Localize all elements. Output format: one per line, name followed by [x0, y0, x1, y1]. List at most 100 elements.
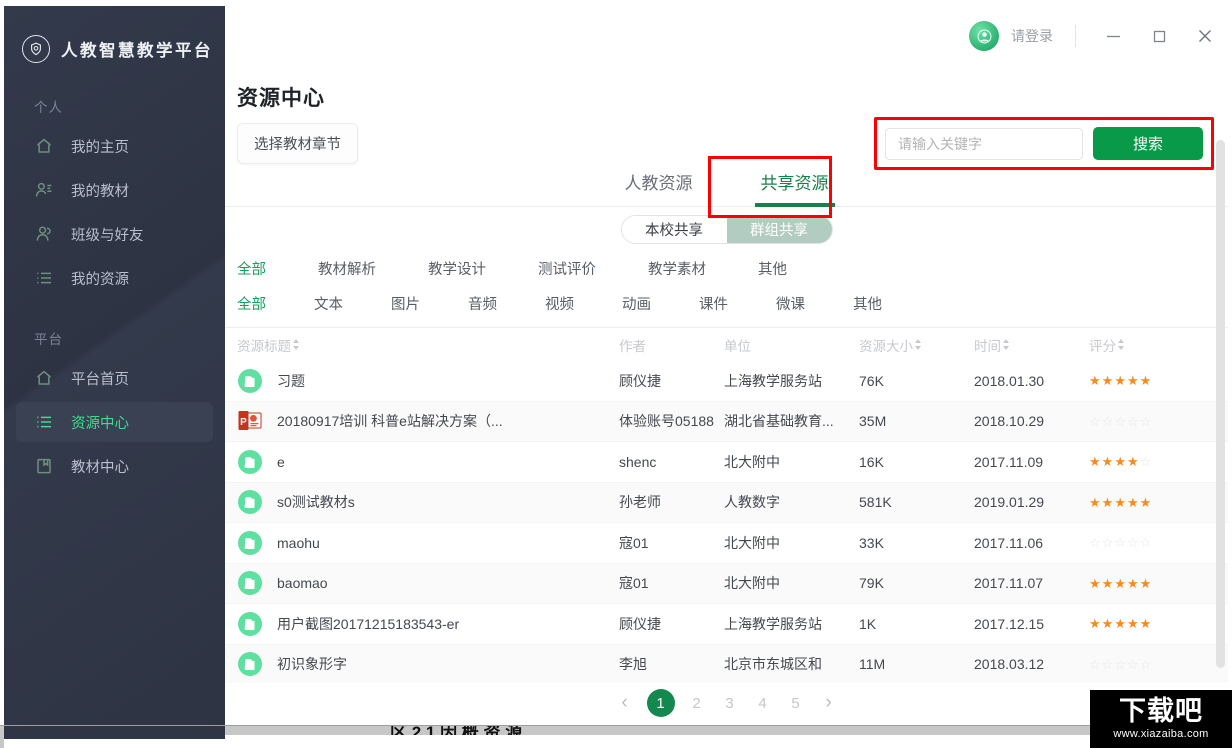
sidebar-item-class-and-friends[interactable]: 班级与好友	[16, 214, 213, 254]
table-row[interactable]: baomao寇01北大附中79K2017.11.07★★★★★	[225, 564, 1228, 605]
pagination-next[interactable]: ›	[818, 689, 840, 717]
filter-chip-type-other[interactable]: 其他	[853, 293, 882, 314]
filter-chip-teaching-material[interactable]: 教学素材	[648, 258, 706, 279]
filter-chip-type-image[interactable]: 图片	[391, 293, 420, 314]
rating-star: ★	[1127, 576, 1140, 591]
filter-chip-type-animation[interactable]: 动画	[622, 293, 651, 314]
rating-star: ☆	[1089, 535, 1102, 550]
rating-stars: ★★★★☆	[1089, 454, 1152, 469]
cell-title[interactable]: baomao	[237, 570, 619, 596]
rating-star: ★	[1127, 373, 1140, 388]
table-row[interactable]: s0测试教材s孙老师人教数字581K2019.01.29★★★★★	[225, 483, 1228, 524]
rating-stars: ★★★★★	[1089, 576, 1152, 591]
user-area[interactable]: 请登录	[969, 21, 1053, 51]
cell-title[interactable]: P20180917培训 科普e站解决方案（...	[237, 408, 619, 434]
doc-green-icon	[237, 489, 263, 515]
sidebar-item-label: 资源中心	[71, 412, 129, 433]
maximize-icon[interactable]	[1136, 14, 1182, 58]
cell-rating: ☆☆☆☆☆	[1089, 413, 1209, 430]
filter-chip-type-courseware[interactable]: 课件	[699, 293, 728, 314]
filter-chip-all[interactable]: 全部	[237, 258, 266, 279]
tab-shared-resources[interactable]: 共享资源	[755, 169, 835, 206]
column-header-size[interactable]: 资源大小	[859, 335, 974, 355]
pagination-prev[interactable]: ‹	[614, 689, 636, 717]
table-row[interactable]: 用户截图20171215183543-er顾仪捷上海教学服务站1K2017.12…	[225, 604, 1228, 645]
rating-star: ★	[1140, 373, 1153, 388]
pagination-page-2[interactable]: 2	[686, 689, 708, 717]
filter-chip-lesson-design[interactable]: 教学设计	[428, 258, 486, 279]
cell-size: 581K	[859, 494, 974, 510]
column-header-rating[interactable]: 评分	[1089, 335, 1209, 355]
resource-title: 20180917培训 科普e站解决方案（...	[277, 411, 503, 431]
sidebar-item-platform-home[interactable]: 平台首页	[16, 358, 213, 398]
cell-organization: 北大附中	[724, 533, 859, 553]
book-icon	[34, 456, 54, 476]
cell-title[interactable]: 初识象形字	[237, 651, 619, 677]
page-title: 资源中心	[237, 82, 325, 112]
cell-time: 2018.01.30	[974, 373, 1089, 389]
vertical-scrollbar[interactable]	[1216, 140, 1225, 736]
segment-group-share[interactable]: 群组共享	[727, 216, 832, 243]
sidebar-item-label: 教材中心	[71, 456, 129, 477]
rating-stars: ★★★★★	[1089, 373, 1152, 388]
doc-green-icon	[237, 449, 263, 475]
filter-chip-textbook-analysis[interactable]: 教材解析	[318, 258, 376, 279]
column-label: 资源标题	[237, 335, 291, 355]
table-row[interactable]: 习题顾仪捷上海教学服务站76K2018.01.30★★★★★	[225, 361, 1228, 402]
list-icon	[34, 412, 54, 432]
sidebar-item-my-homepage[interactable]: 我的主页	[16, 126, 213, 166]
scrollbar-thumb[interactable]	[1216, 140, 1225, 668]
cell-rating: ★★★★★	[1089, 575, 1209, 592]
table-row[interactable]: eshenc北大附中16K2017.11.09★★★★☆	[225, 442, 1228, 483]
filter-chip-test-evaluation[interactable]: 测试评价	[538, 258, 596, 279]
user-avatar-icon[interactable]	[969, 21, 999, 51]
rating-star: ☆	[1140, 657, 1153, 672]
rating-star: ☆	[1114, 414, 1127, 429]
cell-organization: 湖北省基础教育...	[724, 411, 859, 431]
rating-star: ★	[1127, 454, 1140, 469]
filter-chip-type-text[interactable]: 文本	[314, 293, 343, 314]
pagination-page-5[interactable]: 5	[785, 689, 807, 717]
shield-logo-icon	[22, 35, 50, 63]
watermark-title: 下载吧	[1119, 698, 1203, 725]
rating-star: ★	[1089, 454, 1102, 469]
table-row[interactable]: 初识象形字李旭北京市东城区和11M2018.03.12☆☆☆☆☆	[225, 645, 1228, 686]
rating-star: ★	[1102, 616, 1115, 631]
cell-time: 2017.11.09	[974, 454, 1089, 470]
sidebar-item-textbook-center[interactable]: 教材中心	[16, 446, 213, 486]
column-header-time[interactable]: 时间	[974, 335, 1089, 355]
filter-chip-type-all[interactable]: 全部	[237, 293, 266, 314]
column-header-title[interactable]: 资源标题	[237, 335, 619, 355]
pagination-page-3[interactable]: 3	[719, 689, 741, 717]
rating-stars: ★★★★★	[1089, 495, 1152, 510]
cell-title[interactable]: s0测试教材s	[237, 489, 619, 515]
pagination-page-4[interactable]: 4	[752, 689, 774, 717]
tab-renjiao-resources[interactable]: 人教资源	[619, 169, 699, 206]
tab-label: 人教资源	[625, 174, 693, 193]
table-header-row: 资源标题 作者 单位 资源大小 时间	[225, 328, 1228, 361]
cell-author: 顾仪捷	[619, 614, 724, 634]
filter-chip-type-audio[interactable]: 音频	[468, 293, 497, 314]
rating-star: ☆	[1140, 414, 1153, 429]
doc-green-icon	[237, 611, 263, 637]
sidebar-item-my-resources[interactable]: 我的资源	[16, 258, 213, 298]
cell-title[interactable]: maohu	[237, 530, 619, 556]
filter-chip-type-microlesson[interactable]: 微课	[776, 293, 805, 314]
login-label[interactable]: 请登录	[1011, 26, 1053, 46]
minimize-icon[interactable]	[1090, 14, 1136, 58]
cell-rating: ★★★★★	[1089, 372, 1209, 389]
table-row[interactable]: maohu寇01北大附中33K2017.11.06☆☆☆☆☆	[225, 523, 1228, 564]
table-row[interactable]: P20180917培训 科普e站解决方案（...体验账号05188湖北省基础教育…	[225, 402, 1228, 443]
sidebar-item-resource-center[interactable]: 资源中心	[16, 402, 213, 442]
column-header-organization: 单位	[724, 335, 859, 355]
content-area: 资源中心 选择教材章节 搜索 人教资源 共享资源 本校共享 群组共享	[225, 68, 1228, 742]
cell-title[interactable]: 习题	[237, 368, 619, 394]
cell-title[interactable]: 用户截图20171215183543-er	[237, 611, 619, 637]
filter-chip-type-video[interactable]: 视频	[545, 293, 574, 314]
segment-school-share[interactable]: 本校共享	[622, 216, 727, 243]
pagination-page-1[interactable]: 1	[647, 689, 675, 717]
close-icon[interactable]	[1182, 14, 1228, 58]
cell-title[interactable]: e	[237, 449, 619, 475]
sidebar-item-my-textbooks[interactable]: 我的教材	[16, 170, 213, 210]
filter-chip-other[interactable]: 其他	[758, 258, 787, 279]
